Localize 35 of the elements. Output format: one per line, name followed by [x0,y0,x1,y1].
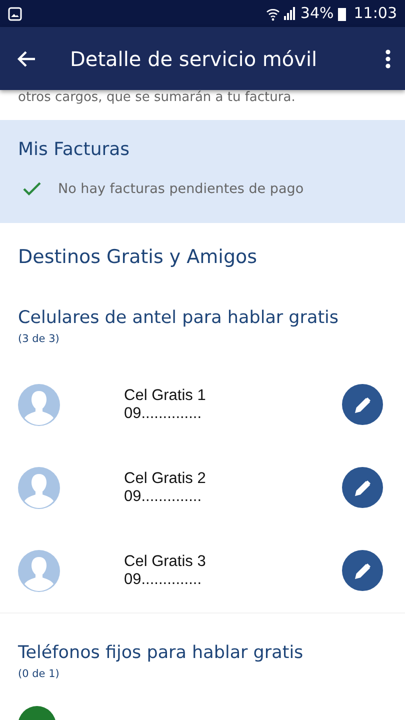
clock: 11:03 [354,3,397,24]
avatar-icon [18,550,60,592]
edit-button[interactable] [342,550,383,592]
edit-button[interactable] [342,467,383,508]
back-button[interactable] [16,50,36,68]
back-icon [16,50,36,68]
contact-number: 09.............. [124,488,203,506]
more-icon [385,48,391,68]
contact-name: Cel Gratis 3 [124,552,206,571]
pencil-icon [354,562,370,579]
screen-title: Detalle de servicio móvil [70,46,318,72]
battery-level: 34% [300,3,334,24]
intro-text: otros cargos, que se sumarán a tu factura. [17,89,296,107]
section-title: Destinos Gratis y Amigos [18,244,258,270]
check-icon [22,180,42,197]
edit-button[interactable] [342,384,383,426]
avatar-icon [18,466,60,509]
image-icon [8,6,22,20]
status-message: No hay facturas pendientes de pago [58,180,304,198]
signal-icon [284,7,296,20]
group-count: (0 de 1) [18,666,60,682]
contact-number: 09.............. [124,404,203,423]
group-title: Teléfonos fijos para hablar gratis [18,642,304,666]
wifi-icon [266,6,280,20]
pencil-icon [354,480,370,496]
contact-name: Cel Gratis 2 [124,470,206,488]
more-button[interactable] [385,48,391,68]
pencil-icon [354,396,370,413]
avatar-icon [18,384,60,426]
contact-number: 09.............. [124,570,203,589]
group-count: (3 de 3) [18,332,60,346]
group-title: Celulares de antel para hablar gratis [18,307,340,330]
contact-name: Cel Gratis 1 [124,386,206,405]
battery-icon [338,6,346,20]
section-title: Mis Facturas [18,138,131,162]
